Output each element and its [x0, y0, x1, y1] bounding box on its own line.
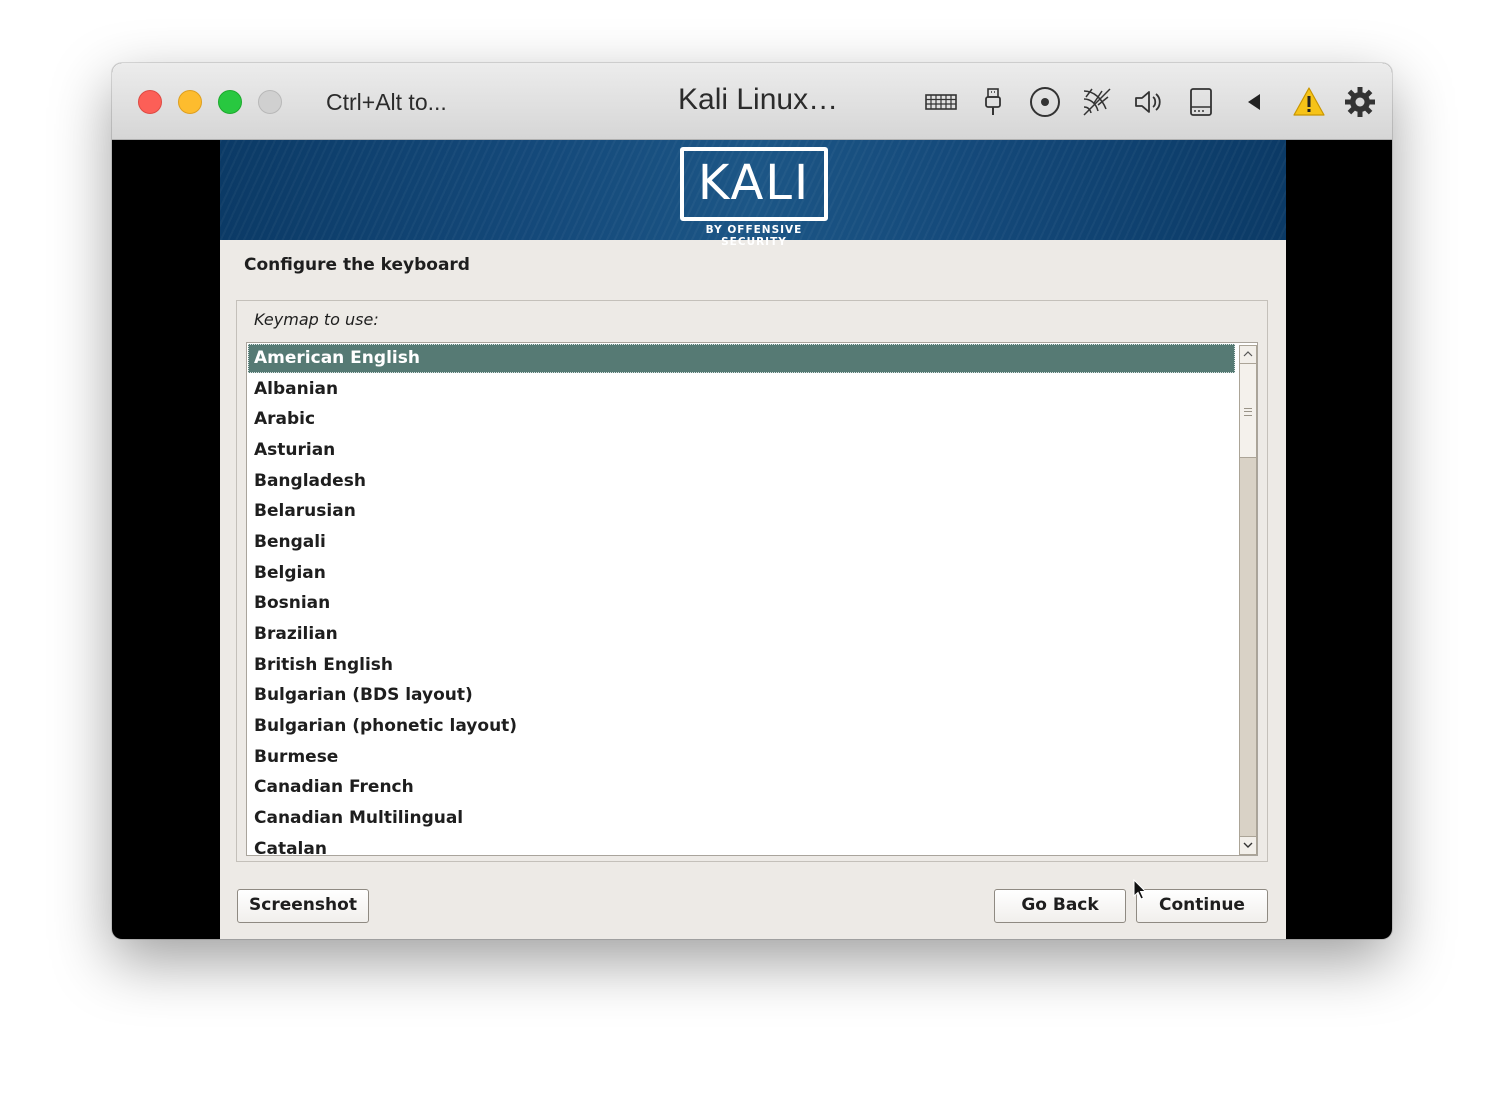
- optical-disc-icon[interactable]: [1028, 85, 1062, 119]
- list-item[interactable]: Bulgarian (phonetic layout): [248, 712, 1235, 741]
- kali-logo: KALI: [680, 147, 828, 221]
- list-item[interactable]: Asturian: [248, 436, 1235, 465]
- storage-icon[interactable]: [1184, 85, 1218, 119]
- warning-icon[interactable]: [1292, 85, 1326, 119]
- gear-icon[interactable]: [1343, 85, 1377, 119]
- disabled-window-button: [258, 90, 282, 114]
- list-item[interactable]: Burmese: [248, 743, 1235, 772]
- mouse-cursor-icon: [1133, 879, 1147, 900]
- scroll-up-button[interactable]: [1240, 346, 1256, 364]
- scroll-thumb[interactable]: [1240, 364, 1256, 458]
- back-arrow-icon[interactable]: [1236, 85, 1270, 119]
- installer-screen: KALI BY OFFENSIVE SECURITY Configure the…: [220, 140, 1286, 939]
- window-title: Kali Linux…: [678, 83, 839, 116]
- list-item[interactable]: Belarusian: [248, 497, 1235, 526]
- list-item[interactable]: British English: [248, 651, 1235, 680]
- kali-banner: KALI BY OFFENSIVE SECURITY: [220, 140, 1286, 248]
- zoom-button[interactable]: [218, 90, 242, 114]
- list-scrollbar[interactable]: [1239, 345, 1257, 855]
- scroll-down-button[interactable]: [1240, 836, 1256, 854]
- audio-icon[interactable]: [1132, 85, 1166, 119]
- grip-icon: [1244, 408, 1252, 416]
- network-icon[interactable]: [1080, 85, 1114, 119]
- continue-button[interactable]: Continue: [1136, 889, 1268, 923]
- list-item[interactable]: Bangladesh: [248, 467, 1235, 496]
- screenshot-button[interactable]: Screenshot: [237, 889, 369, 923]
- kali-logo-subtitle: BY OFFENSIVE SECURITY: [705, 224, 803, 248]
- list-item[interactable]: Brazilian: [248, 620, 1235, 649]
- list-item[interactable]: American English: [248, 344, 1235, 373]
- list-item[interactable]: Belgian: [248, 559, 1235, 588]
- list-item[interactable]: Albanian: [248, 375, 1235, 404]
- list-item[interactable]: Bosnian: [248, 589, 1235, 618]
- list-item[interactable]: Bengali: [248, 528, 1235, 557]
- keymap-prompt: Keymap to use:: [254, 310, 379, 329]
- keyboard-icon[interactable]: [924, 85, 958, 119]
- usb-icon[interactable]: [976, 85, 1010, 119]
- list-item[interactable]: Canadian French: [248, 773, 1235, 802]
- title-bar: Ctrl+Alt to... Kali Linux…: [112, 63, 1392, 140]
- chevron-down-icon: [1243, 842, 1253, 848]
- list-item[interactable]: Bulgarian (BDS layout): [248, 681, 1235, 710]
- chevron-up-icon: [1243, 351, 1253, 357]
- list-item[interactable]: Arabic: [248, 405, 1235, 434]
- list-item[interactable]: Canadian Multilingual: [248, 804, 1235, 833]
- host-key-hint: Ctrl+Alt to...: [326, 89, 447, 115]
- close-button[interactable]: [138, 90, 162, 114]
- keymap-list[interactable]: American English Albanian Arabic Asturia…: [246, 342, 1258, 856]
- go-back-button[interactable]: Go Back: [994, 889, 1126, 923]
- vm-window: Ctrl+Alt to... Kali Linux… KALI BY OFFEN…: [112, 63, 1392, 939]
- page-title: Configure the keyboard: [244, 255, 470, 275]
- list-item[interactable]: Catalan: [248, 835, 1235, 855]
- kali-logo-text: KALI: [697, 155, 811, 211]
- minimize-button[interactable]: [178, 90, 202, 114]
